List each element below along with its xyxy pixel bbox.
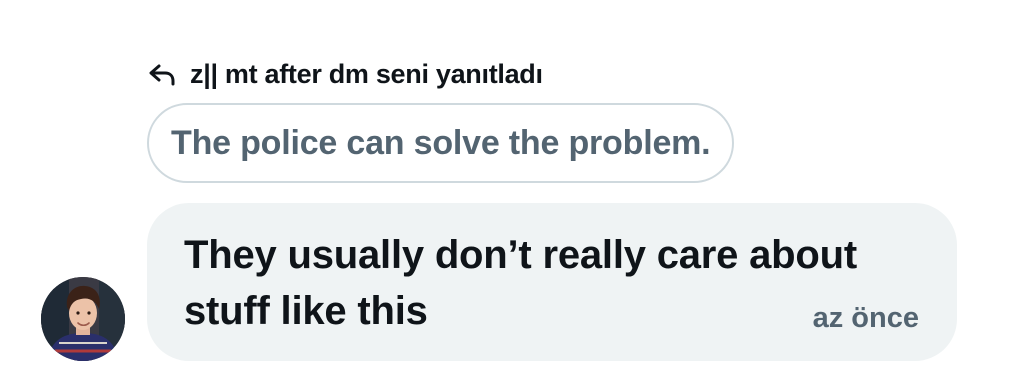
user-avatar[interactable]: [41, 277, 125, 361]
quoted-message[interactable]: The police can solve the problem.: [147, 103, 735, 183]
reply-arrow-icon: [146, 58, 178, 90]
message-bubble[interactable]: They usually don’t really care about stu…: [147, 203, 957, 361]
quoted-message-text: The police can solve the problem.: [171, 123, 711, 162]
message-timestamp: az önce: [812, 302, 919, 334]
reply-label: z|| mt after dm seni yanıtladı: [190, 58, 543, 89]
reply-header: z|| mt after dm seni yanıtladı: [146, 56, 543, 92]
